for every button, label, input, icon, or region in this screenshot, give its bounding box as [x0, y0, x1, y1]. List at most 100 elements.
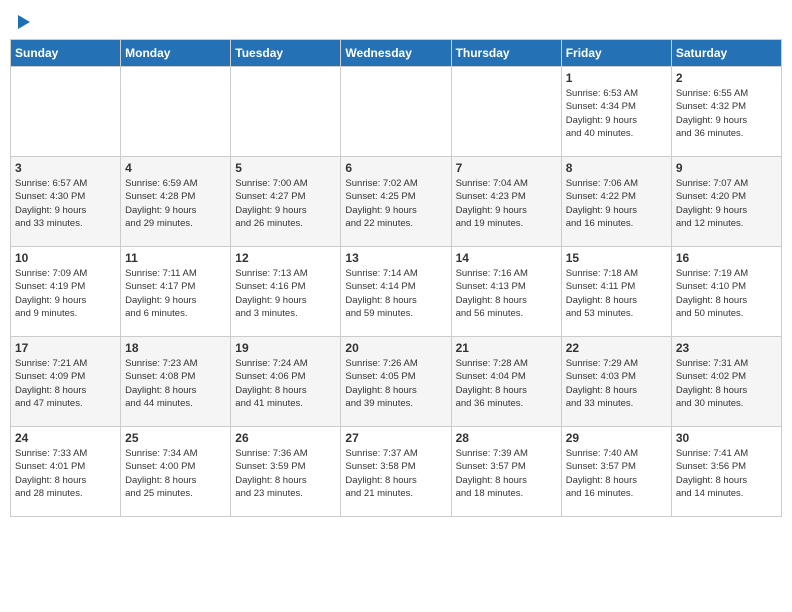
calendar-cell: 2 Sunrise: 6:55 AM Sunset: 4:32 PM Daylig…	[671, 67, 781, 157]
calendar-cell: 24 Sunrise: 7:33 AM Sunset: 4:01 PM Dayli…	[11, 427, 121, 517]
weekday-header: Sunday	[11, 40, 121, 67]
calendar-cell: 13 Sunrise: 7:14 AM Sunset: 4:14 PM Dayli…	[341, 247, 451, 337]
day-info: Sunrise: 6:57 AM Sunset: 4:30 PM Dayligh…	[15, 177, 116, 230]
weekday-header: Tuesday	[231, 40, 341, 67]
calendar-cell: 14 Sunrise: 7:16 AM Sunset: 4:13 PM Dayli…	[451, 247, 561, 337]
day-number: 5	[235, 161, 336, 175]
weekday-header: Wednesday	[341, 40, 451, 67]
day-number: 23	[676, 341, 777, 355]
day-info: Sunrise: 7:37 AM Sunset: 3:58 PM Dayligh…	[345, 447, 446, 500]
day-number: 4	[125, 161, 226, 175]
day-info: Sunrise: 7:19 AM Sunset: 4:10 PM Dayligh…	[676, 267, 777, 320]
logo-arrow-icon	[18, 15, 30, 29]
calendar-cell: 16 Sunrise: 7:19 AM Sunset: 4:10 PM Dayli…	[671, 247, 781, 337]
calendar-cell	[121, 67, 231, 157]
day-number: 25	[125, 431, 226, 445]
calendar-cell: 25 Sunrise: 7:34 AM Sunset: 4:00 PM Dayli…	[121, 427, 231, 517]
day-info: Sunrise: 7:40 AM Sunset: 3:57 PM Dayligh…	[566, 447, 667, 500]
day-number: 16	[676, 251, 777, 265]
day-number: 11	[125, 251, 226, 265]
day-info: Sunrise: 7:33 AM Sunset: 4:01 PM Dayligh…	[15, 447, 116, 500]
calendar-cell: 3Sunrise: 6:57 AM Sunset: 4:30 PM Daylig…	[11, 157, 121, 247]
day-info: Sunrise: 7:21 AM Sunset: 4:09 PM Dayligh…	[15, 357, 116, 410]
day-number: 10	[15, 251, 116, 265]
calendar-cell: 9 Sunrise: 7:07 AM Sunset: 4:20 PM Daylig…	[671, 157, 781, 247]
logo	[15, 15, 30, 29]
calendar-cell: 21Sunrise: 7:28 AM Sunset: 4:04 PM Dayli…	[451, 337, 561, 427]
calendar-cell: 12Sunrise: 7:13 AM Sunset: 4:16 PM Dayli…	[231, 247, 341, 337]
weekday-header: Thursday	[451, 40, 561, 67]
day-info: Sunrise: 7:23 AM Sunset: 4:08 PM Dayligh…	[125, 357, 226, 410]
day-number: 12	[235, 251, 336, 265]
calendar-cell: 10 Sunrise: 7:09 AM Sunset: 4:19 PM Dayli…	[11, 247, 121, 337]
calendar-week-row: 3Sunrise: 6:57 AM Sunset: 4:30 PM Daylig…	[11, 157, 782, 247]
day-info: Sunrise: 7:06 AM Sunset: 4:22 PM Dayligh…	[566, 177, 667, 230]
header	[10, 10, 782, 29]
day-info: Sunrise: 7:31 AM Sunset: 4:02 PM Dayligh…	[676, 357, 777, 410]
calendar-cell: 4Sunrise: 6:59 AM Sunset: 4:28 PM Daylig…	[121, 157, 231, 247]
day-number: 30	[676, 431, 777, 445]
calendar-cell: 1 Sunrise: 6:53 AM Sunset: 4:34 PM Daylig…	[561, 67, 671, 157]
calendar-cell: 7Sunrise: 7:04 AM Sunset: 4:23 PM Daylig…	[451, 157, 561, 247]
calendar-header-row: SundayMondayTuesdayWednesdayThursdayFrid…	[11, 40, 782, 67]
weekday-header: Friday	[561, 40, 671, 67]
day-info: Sunrise: 7:39 AM Sunset: 3:57 PM Dayligh…	[456, 447, 557, 500]
day-number: 28	[456, 431, 557, 445]
day-info: Sunrise: 7:36 AM Sunset: 3:59 PM Dayligh…	[235, 447, 336, 500]
calendar-cell: 15 Sunrise: 7:18 AM Sunset: 4:11 PM Dayli…	[561, 247, 671, 337]
day-number: 2	[676, 71, 777, 85]
day-number: 13	[345, 251, 446, 265]
calendar-table: SundayMondayTuesdayWednesdayThursdayFrid…	[10, 39, 782, 517]
calendar-cell: 27 Sunrise: 7:37 AM Sunset: 3:58 PM Dayli…	[341, 427, 451, 517]
calendar-cell: 30 Sunrise: 7:41 AM Sunset: 3:56 PM Dayli…	[671, 427, 781, 517]
calendar-cell: 8Sunrise: 7:06 AM Sunset: 4:22 PM Daylig…	[561, 157, 671, 247]
calendar-cell: 29 Sunrise: 7:40 AM Sunset: 3:57 PM Dayli…	[561, 427, 671, 517]
day-number: 20	[345, 341, 446, 355]
day-info: Sunrise: 7:14 AM Sunset: 4:14 PM Dayligh…	[345, 267, 446, 320]
calendar-week-row: 10 Sunrise: 7:09 AM Sunset: 4:19 PM Dayli…	[11, 247, 782, 337]
day-info: Sunrise: 7:07 AM Sunset: 4:20 PM Dayligh…	[676, 177, 777, 230]
calendar-cell	[341, 67, 451, 157]
day-info: Sunrise: 7:09 AM Sunset: 4:19 PM Dayligh…	[15, 267, 116, 320]
calendar-cell	[231, 67, 341, 157]
weekday-header: Monday	[121, 40, 231, 67]
calendar-cell: 11 Sunrise: 7:11 AM Sunset: 4:17 PM Dayli…	[121, 247, 231, 337]
day-info: Sunrise: 7:16 AM Sunset: 4:13 PM Dayligh…	[456, 267, 557, 320]
calendar-cell: 17Sunrise: 7:21 AM Sunset: 4:09 PM Dayli…	[11, 337, 121, 427]
day-info: Sunrise: 7:02 AM Sunset: 4:25 PM Dayligh…	[345, 177, 446, 230]
day-info: Sunrise: 7:24 AM Sunset: 4:06 PM Dayligh…	[235, 357, 336, 410]
day-info: Sunrise: 6:55 AM Sunset: 4:32 PM Dayligh…	[676, 87, 777, 140]
day-info: Sunrise: 6:53 AM Sunset: 4:34 PM Dayligh…	[566, 87, 667, 140]
weekday-header: Saturday	[671, 40, 781, 67]
calendar-cell: 23 Sunrise: 7:31 AM Sunset: 4:02 PM Dayli…	[671, 337, 781, 427]
calendar-cell	[11, 67, 121, 157]
day-number: 9	[676, 161, 777, 175]
day-info: Sunrise: 7:26 AM Sunset: 4:05 PM Dayligh…	[345, 357, 446, 410]
day-number: 14	[456, 251, 557, 265]
calendar-cell: 28 Sunrise: 7:39 AM Sunset: 3:57 PM Dayli…	[451, 427, 561, 517]
calendar-cell: 5 Sunrise: 7:00 AM Sunset: 4:27 PM Daylig…	[231, 157, 341, 247]
calendar-cell: 19 Sunrise: 7:24 AM Sunset: 4:06 PM Dayli…	[231, 337, 341, 427]
day-info: Sunrise: 7:11 AM Sunset: 4:17 PM Dayligh…	[125, 267, 226, 320]
day-number: 18	[125, 341, 226, 355]
day-number: 15	[566, 251, 667, 265]
day-number: 22	[566, 341, 667, 355]
day-info: Sunrise: 7:41 AM Sunset: 3:56 PM Dayligh…	[676, 447, 777, 500]
day-number: 1	[566, 71, 667, 85]
calendar-week-row: 17Sunrise: 7:21 AM Sunset: 4:09 PM Dayli…	[11, 337, 782, 427]
calendar-cell: 22Sunrise: 7:29 AM Sunset: 4:03 PM Dayli…	[561, 337, 671, 427]
day-info: Sunrise: 7:18 AM Sunset: 4:11 PM Dayligh…	[566, 267, 667, 320]
calendar-cell: 6Sunrise: 7:02 AM Sunset: 4:25 PM Daylig…	[341, 157, 451, 247]
calendar-cell: 20 Sunrise: 7:26 AM Sunset: 4:05 PM Dayli…	[341, 337, 451, 427]
day-number: 29	[566, 431, 667, 445]
day-number: 26	[235, 431, 336, 445]
day-number: 24	[15, 431, 116, 445]
day-number: 19	[235, 341, 336, 355]
day-info: Sunrise: 7:00 AM Sunset: 4:27 PM Dayligh…	[235, 177, 336, 230]
day-number: 27	[345, 431, 446, 445]
day-info: Sunrise: 7:34 AM Sunset: 4:00 PM Dayligh…	[125, 447, 226, 500]
calendar-cell: 26 Sunrise: 7:36 AM Sunset: 3:59 PM Dayli…	[231, 427, 341, 517]
calendar-cell	[451, 67, 561, 157]
day-info: Sunrise: 7:04 AM Sunset: 4:23 PM Dayligh…	[456, 177, 557, 230]
day-info: Sunrise: 7:28 AM Sunset: 4:04 PM Dayligh…	[456, 357, 557, 410]
